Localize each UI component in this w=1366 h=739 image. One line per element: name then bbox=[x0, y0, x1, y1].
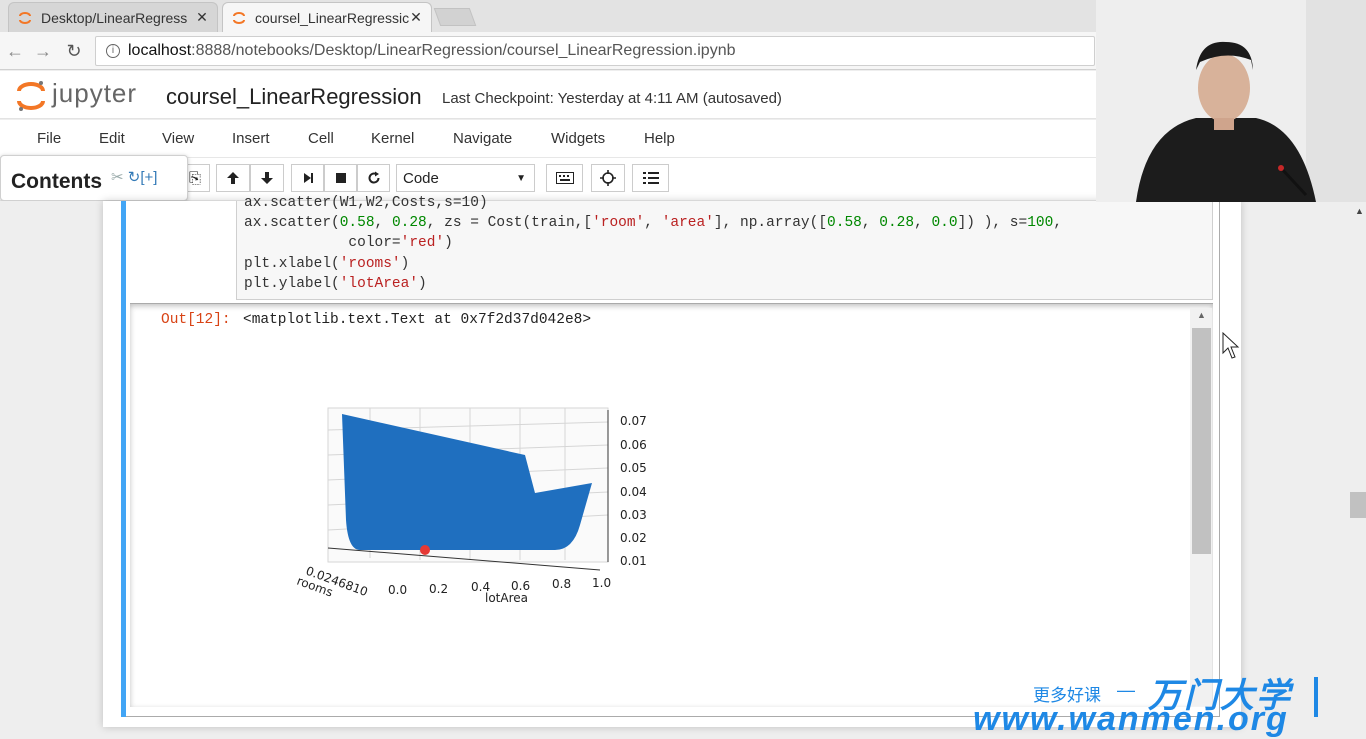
caret-down-icon: ▼ bbox=[516, 173, 526, 184]
jupyter-tab-icon bbox=[17, 10, 33, 26]
mouse-cursor-icon bbox=[1222, 332, 1240, 359]
watermark-dash: — bbox=[1117, 680, 1135, 700]
z-tick-label: 0.06 bbox=[620, 438, 647, 452]
crosshairs-button[interactable] bbox=[591, 164, 625, 192]
menu-insert[interactable]: Insert bbox=[232, 130, 270, 147]
notebook-name[interactable]: coursel_LinearRegression bbox=[166, 84, 422, 110]
jupyter-logo-text[interactable]: jupyter bbox=[52, 78, 137, 109]
close-icon[interactable]: ✕ bbox=[409, 9, 423, 26]
step-forward-icon bbox=[303, 173, 313, 183]
jupyter-header: jupyter coursel_LinearRegression Last Ch… bbox=[0, 71, 1096, 119]
arrow-down-icon bbox=[261, 172, 273, 184]
x-axis-label: lotArea bbox=[485, 591, 528, 605]
run-cell-button[interactable] bbox=[291, 164, 324, 192]
toc-button[interactable] bbox=[632, 164, 669, 192]
code-editor[interactable]: ax.scatter(W1,W2,Costs,s=10) ax.scatter(… bbox=[236, 195, 1213, 300]
z-tick-label: 0.01 bbox=[620, 554, 647, 568]
info-icon[interactable]: i bbox=[106, 44, 120, 58]
surface-plot-3d: 0.07 0.06 0.05 0.04 0.03 0.02 0.01 0.0 0… bbox=[295, 407, 647, 605]
menu-view[interactable]: View bbox=[162, 130, 194, 147]
stop-icon bbox=[335, 173, 346, 183]
z-tick-label: 0.05 bbox=[620, 461, 647, 475]
checkpoint-status: Last Checkpoint: Yesterday at 4:11 AM (a… bbox=[442, 90, 782, 107]
tab-title: Desktop/LinearRegress bbox=[41, 9, 188, 26]
code-line: plt.xlabel('rooms') bbox=[244, 256, 410, 272]
page-scroll-up-icon[interactable]: ▲ bbox=[1355, 206, 1364, 216]
refresh-icon bbox=[368, 171, 380, 184]
z-tick-label: 0.07 bbox=[620, 414, 647, 428]
x-tick-label: 0.8 bbox=[552, 577, 571, 591]
menu-help[interactable]: Help bbox=[644, 130, 675, 147]
z-tick-label: 0.03 bbox=[620, 508, 647, 522]
z-axis: 0.07 0.06 0.05 0.04 0.03 0.02 0.01 bbox=[607, 410, 647, 568]
jupyter-logo-icon[interactable] bbox=[16, 79, 46, 113]
move-up-button[interactable] bbox=[216, 164, 250, 192]
forward-arrow-icon[interactable]: → bbox=[32, 40, 54, 62]
toc-controls: ✂ ↻[+] bbox=[111, 168, 157, 186]
crosshairs-icon bbox=[600, 170, 616, 186]
close-icon[interactable]: ✕ bbox=[195, 9, 209, 26]
list-icon bbox=[642, 172, 659, 184]
menu-edit[interactable]: Edit bbox=[99, 130, 125, 147]
toc-title: Contents bbox=[11, 170, 102, 193]
menu-navigate[interactable]: Navigate bbox=[453, 130, 512, 147]
z-tick-label: 0.04 bbox=[620, 485, 647, 499]
code-line: ax.scatter(0.58, 0.28, zs = Cost(train,[… bbox=[244, 215, 1063, 231]
watermark-bar bbox=[1314, 677, 1318, 717]
optimum-point bbox=[420, 545, 430, 555]
output-scrollbar-thumb[interactable] bbox=[1192, 328, 1211, 554]
watermark-url: www.wanmen.org bbox=[973, 700, 1289, 738]
menu-file[interactable]: File bbox=[37, 130, 61, 147]
scissors-icon[interactable]: ✂ bbox=[111, 169, 124, 186]
cell-type-value: Code bbox=[403, 169, 439, 187]
y-axis: 0.0246810 rooms bbox=[295, 564, 370, 600]
x-tick-label: 1.0 bbox=[592, 576, 611, 590]
scroll-up-icon[interactable]: ▲ bbox=[1197, 310, 1206, 320]
restart-kernel-button[interactable] bbox=[357, 164, 390, 192]
page-scrollbar-thumb[interactable] bbox=[1350, 492, 1366, 518]
interrupt-kernel-button[interactable] bbox=[324, 164, 357, 192]
new-tab-button[interactable] bbox=[433, 8, 477, 26]
code-line: ax.scatter(W1,W2,Costs,s=10) bbox=[244, 195, 488, 211]
presenter-video bbox=[1096, 0, 1366, 202]
url-host: localhost bbox=[128, 42, 192, 59]
reload-icon[interactable]: ↻ bbox=[63, 40, 85, 62]
menu-bar: File Edit View Insert Cell Kernel Naviga… bbox=[0, 120, 1096, 158]
menu-kernel[interactable]: Kernel bbox=[371, 130, 414, 147]
keyboard-icon bbox=[555, 172, 574, 184]
reload-icon[interactable]: ↻ bbox=[128, 169, 141, 186]
browser-nav-bar: ← → ↻ i localhost:8888/notebooks/Desktop… bbox=[0, 32, 1096, 70]
toc-panel[interactable]: Contents ✂ ↻[+] bbox=[0, 155, 188, 201]
output-text: <matplotlib.text.Text at 0x7f2d37d042e8> bbox=[243, 312, 592, 328]
z-tick-label: 0.02 bbox=[620, 531, 647, 545]
move-down-button[interactable] bbox=[250, 164, 284, 192]
command-palette-button[interactable] bbox=[546, 164, 583, 192]
browser-tab-notebook[interactable]: coursel_LinearRegressic ✕ bbox=[222, 2, 432, 32]
x-tick-label: 0.2 bbox=[429, 582, 448, 596]
menu-cell[interactable]: Cell bbox=[308, 130, 334, 147]
toc-toggle[interactable]: [+] bbox=[140, 169, 157, 186]
output-prompt: Out[12]: bbox=[161, 312, 231, 328]
back-arrow-icon[interactable]: ← bbox=[4, 40, 26, 62]
cell-type-select[interactable]: Code ▼ bbox=[396, 164, 535, 192]
tab-title: coursel_LinearRegressic bbox=[255, 9, 409, 26]
menu-widgets[interactable]: Widgets bbox=[551, 130, 605, 147]
x-tick-label: 0.0 bbox=[388, 583, 407, 597]
url-path: :8888/notebooks/Desktop/LinearRegression… bbox=[191, 42, 736, 59]
address-bar[interactable]: i localhost:8888/notebooks/Desktop/Linea… bbox=[95, 36, 1095, 66]
browser-tab-bar: Desktop/LinearRegress ✕ coursel_LinearRe… bbox=[0, 0, 1096, 32]
browser-tab-desktop[interactable]: Desktop/LinearRegress ✕ bbox=[8, 2, 218, 32]
arrow-up-icon bbox=[227, 172, 239, 184]
jupyter-tab-icon bbox=[231, 10, 247, 26]
code-line: color='red') bbox=[244, 235, 453, 251]
webcam-overlay bbox=[1096, 0, 1366, 202]
code-line: plt.ylabel('lotArea') bbox=[244, 276, 427, 292]
